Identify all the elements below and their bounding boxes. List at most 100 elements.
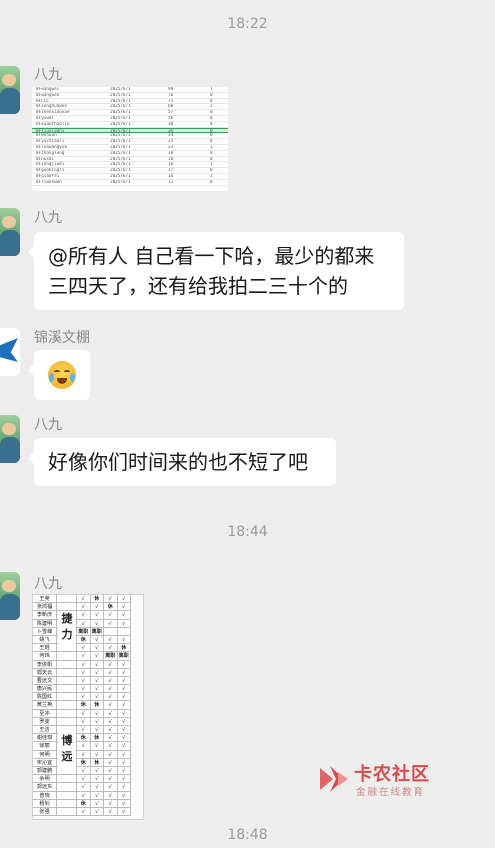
employee-name: 杨钊	[33, 799, 57, 808]
group-cell	[57, 685, 77, 694]
employee-name: 郭天云	[33, 668, 57, 677]
schedule-cell: 离职	[91, 627, 104, 636]
sheet-cell: 38	[168, 121, 174, 127]
sheet-cell: 2025/6/1	[110, 133, 131, 139]
schedule-cell: √	[104, 595, 118, 604]
employee-name: 宋沁宜	[33, 758, 57, 767]
schedule-cell: 休	[77, 635, 91, 645]
schedule-cell: √	[104, 635, 118, 645]
sheet-cell: 2025/6/1	[110, 156, 131, 162]
schedule-cell: 休	[77, 734, 91, 743]
sender-avatar[interactable]	[0, 66, 20, 114]
sheet-cell: 2025/6/1	[110, 121, 131, 127]
employee-name: 曾晓	[33, 791, 57, 800]
message-line: 好像你们时间来的也不短了吧	[48, 450, 308, 474]
message-bubble[interactable]: 好像你们时间来的也不短了吧	[28, 438, 336, 486]
schedule-cell: √	[104, 693, 118, 702]
sheet-cell: 57	[168, 110, 174, 115]
schedule-cell: 休	[104, 603, 118, 612]
employee-name: 郭远东	[33, 783, 57, 792]
sheet-cell: 60	[168, 104, 174, 110]
sheet-cell: 0Fliwenwen	[36, 179, 62, 185]
schedule-cell: √	[91, 726, 104, 735]
schedule-cell: √	[104, 750, 118, 759]
sheet-cell: 0Fluowangyue	[36, 144, 68, 150]
table-row: 徐丽 √ √ √ √	[33, 742, 131, 751]
schedule-cell: √	[91, 619, 104, 628]
employee-name: 姚飞	[33, 635, 57, 645]
group-cell	[57, 668, 77, 677]
schedule-cell: √	[118, 791, 131, 800]
schedule-cell: √	[91, 693, 104, 702]
employee-name: 郭建鹏	[33, 766, 57, 776]
schedule-cell: √	[104, 799, 118, 808]
sender-avatar[interactable]	[0, 328, 20, 376]
sender-name: 八九	[34, 576, 62, 592]
group-label: 捷力	[58, 611, 76, 649]
schedule-cell: 休	[91, 734, 104, 743]
schedule-cell: √	[91, 603, 104, 612]
schedule-cell: √	[77, 742, 91, 751]
sender-name: 锦溪文棚	[34, 330, 90, 346]
schedule-cell: √	[77, 611, 91, 620]
table-row: 王琨 √ √ √ 休	[33, 644, 131, 653]
sheet-cell: 75	[168, 98, 174, 104]
sheet-cell: 25	[168, 139, 174, 144]
sheet-cell: 2025/6/1	[110, 87, 131, 92]
table-row: 罗雯 √ √ √ √	[33, 717, 131, 726]
sender-name: 八九	[34, 67, 62, 83]
group-cell	[57, 799, 77, 808]
sheet-cell: 34	[168, 133, 174, 139]
table-row: 陈建明 √ √ √ √	[33, 619, 131, 628]
employee-name: 陈建明	[33, 619, 57, 628]
sheet-cell: 99	[168, 87, 174, 92]
spreadsheet-image[interactable]: 0Fwangwei 2025/6/1 99 1 0Fwangwen 2025/6/1 76 0…	[32, 87, 228, 191]
sender-avatar[interactable]	[0, 572, 20, 620]
schedule-cell: √	[118, 734, 131, 743]
sheet-cell: 23	[168, 144, 174, 150]
emoji-bubble[interactable]	[28, 350, 90, 400]
sheet-cell: 0	[210, 179, 213, 185]
schedule-cell: √	[118, 742, 131, 751]
schedule-cell: √	[91, 652, 104, 661]
group-cell	[57, 775, 77, 784]
schedule-cell: √	[77, 595, 91, 604]
schedule-cell: √	[118, 595, 131, 604]
sender-avatar[interactable]	[0, 415, 20, 463]
schedule-cell: √	[77, 783, 91, 792]
schedule-image[interactable]: 王英 √ 休 √ √ 张鸿福 √ √ 休 √ 李新庆 √ √ √ √ 陈建明 √ √ √ √ 卜雪峰 离职 离职 姚飞休 √ √ √…	[32, 594, 144, 820]
message-bubble[interactable]: @所有人 自己看一下哈，最少的都来 三四天了，还有给我拍二三十个的	[28, 232, 404, 310]
sheet-cell: 2025/6/1	[110, 110, 131, 115]
schedule-cell: √	[118, 685, 131, 694]
sheet-cell: 1	[210, 87, 213, 92]
table-row: 姚飞休 √ √ √	[33, 635, 131, 645]
group-cell	[57, 652, 77, 661]
sheet-cell: 0Fzongjiwei	[36, 162, 65, 168]
message-line: 三四天了，还有给我拍二三十个的	[48, 274, 348, 298]
sheet-cell: 0Fxuanthaolin	[36, 121, 70, 127]
schedule-cell: √	[77, 685, 91, 694]
sheet-cell: 0Fwehaan	[36, 133, 57, 139]
table-row: 至冲 √ √ √ √	[33, 709, 131, 718]
sheet-cell: 0	[210, 168, 213, 173]
employee-name: 王琨	[33, 644, 57, 653]
employee-name: 谢佳琪	[33, 734, 57, 743]
employee-name: 罗雯	[33, 717, 57, 726]
timestamp: 18:44	[227, 524, 268, 540]
schedule-cell: √	[118, 807, 131, 817]
table-row: 谢佳琪休休 √ √	[33, 734, 131, 743]
sender-avatar[interactable]	[0, 208, 20, 256]
schedule-cell: √	[104, 676, 118, 686]
table-row: 陈国红 √ √ √ √	[33, 693, 131, 702]
schedule-cell: √	[118, 775, 131, 784]
sheet-cell: 56	[168, 115, 174, 121]
schedule-cell: √	[118, 701, 131, 710]
schedule-cell: √	[91, 635, 104, 645]
schedule-cell: √	[118, 758, 131, 767]
sheet-cell: 0Fwangwei	[36, 87, 60, 92]
schedule-cell: √	[91, 709, 104, 718]
schedule-cell: √	[91, 668, 104, 677]
sheet-cell: 2025/6/1	[110, 150, 131, 156]
employee-name: 黄兰英	[33, 701, 57, 710]
sheet-cell: 18	[168, 150, 174, 156]
